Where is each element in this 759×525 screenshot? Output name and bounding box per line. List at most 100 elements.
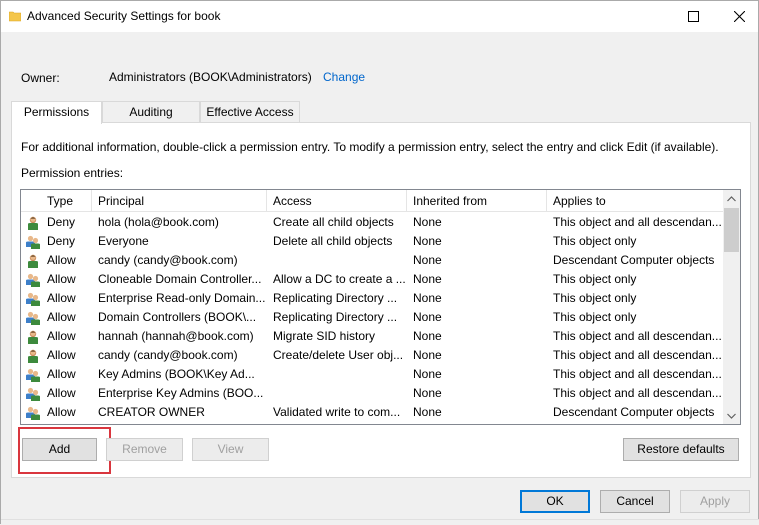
permission-entries-list[interactable]: Type Principal Access Inherited from App… <box>20 189 741 425</box>
permission-entry-row[interactable]: Allow Domain Controllers (BOOK\... Replica… <box>21 308 723 327</box>
permission-entry-row[interactable]: Allow Enterprise Key Admins (BOO... None Th… <box>21 384 723 403</box>
cell-inherited: None <box>413 367 442 381</box>
cancel-button[interactable]: Cancel <box>600 490 670 513</box>
cell-type: Allow <box>47 367 76 381</box>
column-header-access[interactable]: Access <box>267 190 407 212</box>
cell-type: Allow <box>47 310 76 324</box>
cell-principal: hola (hola@book.com) <box>98 215 219 229</box>
permission-entry-row[interactable]: Deny Everyone Delete all child objects None… <box>21 232 723 251</box>
cell-access <box>267 365 407 384</box>
cell-access: Replicating Directory ... <box>273 310 398 324</box>
restore-defaults-button[interactable]: Restore defaults <box>623 438 739 461</box>
cell-inherited: None <box>413 348 442 362</box>
scroll-up-button[interactable] <box>723 190 740 207</box>
cell-principal: hannah (hannah@book.com) <box>98 329 254 343</box>
list-header: Type Principal Access Inherited from App… <box>21 190 723 212</box>
user-icon <box>25 215 41 231</box>
window-title: Advanced Security Settings for book <box>27 9 221 23</box>
cell-access: Validated write to com... <box>273 405 401 419</box>
tab-permissions[interactable]: Permissions <box>11 101 102 124</box>
vertical-scrollbar[interactable] <box>723 190 740 424</box>
permission-entries-label: Permission entries: <box>21 166 124 180</box>
cell-access: Delete all child objects <box>273 234 393 248</box>
status-strip <box>1 519 759 525</box>
group-icon <box>25 405 41 421</box>
permission-entry-row[interactable]: Allow candy (candy@book.com) Create/delete… <box>21 346 723 365</box>
cell-type: Allow <box>47 253 76 267</box>
cell-type: Deny <box>47 215 76 229</box>
tab-auditing[interactable]: Auditing <box>102 101 200 123</box>
group-icon <box>25 310 41 326</box>
cell-applies: This object only <box>553 272 637 286</box>
cell-applies: This object only <box>553 291 637 305</box>
group-icon <box>25 367 41 383</box>
cell-applies: This object and all descendan... <box>553 386 722 400</box>
info-text: For additional information, double-click… <box>21 140 719 154</box>
cell-inherited: None <box>413 405 442 419</box>
cell-type: Allow <box>47 405 76 419</box>
list-rows: Deny hola (hola@book.com) Create all child… <box>21 213 723 422</box>
chevron-down-icon <box>727 413 736 419</box>
group-icon <box>25 291 41 307</box>
owner-value: Administrators (BOOK\Administrators) <box>109 70 312 84</box>
cell-applies: This object and all descendan... <box>553 329 722 343</box>
user-icon <box>25 253 41 269</box>
title-bar: Advanced Security Settings for book <box>1 1 758 32</box>
column-header-applies-to[interactable]: Applies to <box>547 190 723 212</box>
apply-button[interactable]: Apply <box>680 490 750 513</box>
maximize-icon <box>687 11 699 22</box>
cell-applies: This object only <box>553 234 637 248</box>
cell-access <box>267 251 407 270</box>
tab-effective-access[interactable]: Effective Access <box>200 101 300 123</box>
cell-inherited: None <box>413 329 442 343</box>
group-icon <box>25 386 41 402</box>
cell-access: Allow a DC to create a ... <box>273 272 406 286</box>
cell-principal: Enterprise Read-only Domain... <box>98 291 266 305</box>
owner-label: Owner: <box>21 71 60 85</box>
cell-access <box>267 384 407 403</box>
permission-entry-row[interactable]: Deny hola (hola@book.com) Create all child… <box>21 213 723 232</box>
add-button[interactable]: Add <box>22 438 97 461</box>
scroll-thumb[interactable] <box>724 208 739 252</box>
cell-access: Create all child objects <box>273 215 394 229</box>
remove-button[interactable]: Remove <box>106 438 183 461</box>
cell-type: Allow <box>47 291 76 305</box>
column-header-type[interactable]: Type <box>41 190 92 212</box>
cell-access: Create/delete User obj... <box>273 348 404 362</box>
cell-inherited: None <box>413 291 442 305</box>
cell-principal: Cloneable Domain Controller... <box>98 272 262 286</box>
cell-principal: candy (candy@book.com) <box>98 253 238 267</box>
permission-entry-row[interactable]: Allow Cloneable Domain Controller... Allow… <box>21 270 723 289</box>
cell-type: Allow <box>47 348 76 362</box>
cell-type: Allow <box>47 329 76 343</box>
cell-type: Deny <box>47 234 76 248</box>
cell-access: Migrate SID history <box>273 329 376 343</box>
cell-inherited: None <box>413 272 442 286</box>
cell-principal: Key Admins (BOOK\Key Ad... <box>98 367 255 381</box>
permission-entry-row[interactable]: Allow CREATOR OWNER Validated write to com… <box>21 403 723 422</box>
change-owner-link[interactable]: Change <box>323 70 365 84</box>
permission-entry-row[interactable]: Allow Enterprise Read-only Domain... Repli… <box>21 289 723 308</box>
cell-type: Allow <box>47 272 76 286</box>
permission-entry-row[interactable]: Allow hannah (hannah@book.com) Migrate SID… <box>21 327 723 346</box>
cell-principal: Everyone <box>98 234 149 248</box>
cell-inherited: None <box>413 253 442 267</box>
close-button[interactable] <box>716 1 759 32</box>
cell-applies: This object and all descendan... <box>553 367 722 381</box>
cell-inherited: None <box>413 234 442 248</box>
maximize-button[interactable] <box>670 1 716 32</box>
cell-applies: This object only <box>553 310 637 324</box>
cell-principal: Enterprise Key Admins (BOO... <box>98 386 264 400</box>
column-header-principal[interactable]: Principal <box>92 190 267 212</box>
scroll-down-button[interactable] <box>723 407 740 424</box>
folder-icon <box>9 11 21 22</box>
cell-principal: candy (candy@book.com) <box>98 348 238 362</box>
ok-button[interactable]: OK <box>520 490 590 513</box>
user-icon <box>25 348 41 364</box>
column-header-inherited-from[interactable]: Inherited from <box>407 190 547 212</box>
cell-inherited: None <box>413 310 442 324</box>
permission-entry-row[interactable]: Allow Key Admins (BOOK\Key Ad... None This … <box>21 365 723 384</box>
view-button[interactable]: View <box>192 438 269 461</box>
permission-entry-row[interactable]: Allow candy (candy@book.com) None Descendan… <box>21 251 723 270</box>
permissions-panel: For additional information, double-click… <box>11 122 751 478</box>
